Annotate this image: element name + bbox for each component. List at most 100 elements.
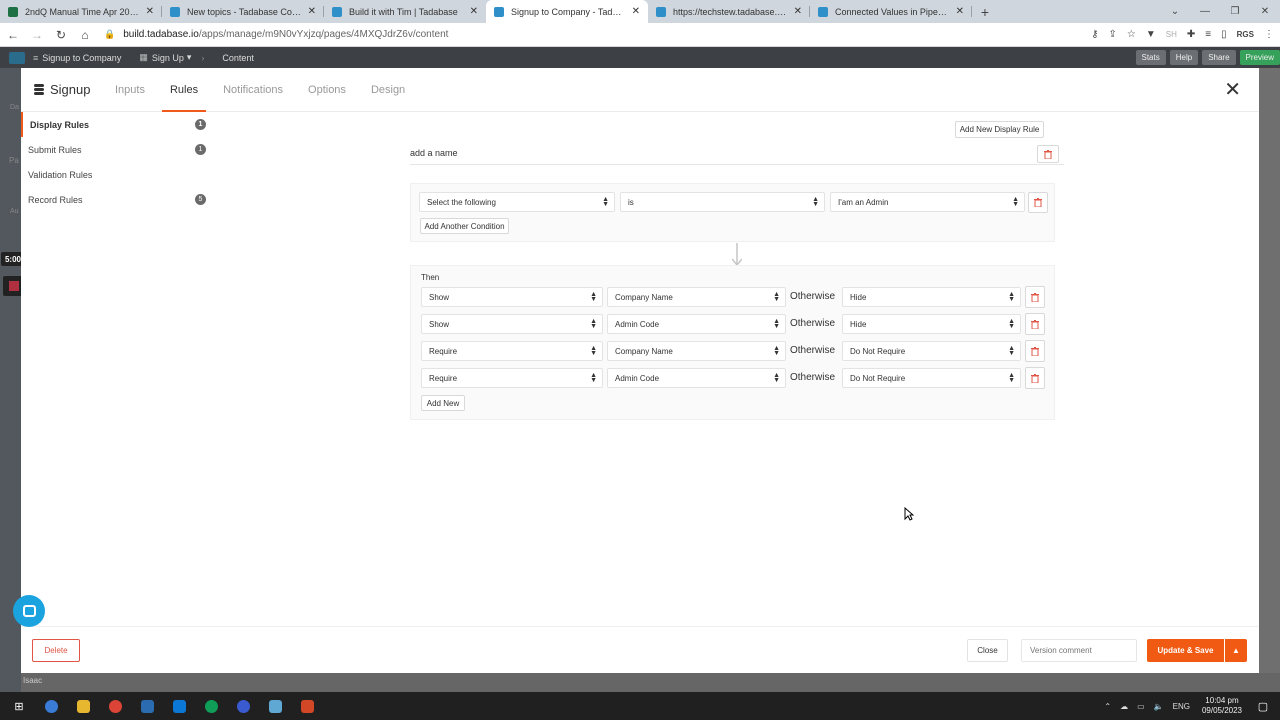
powerpoint-icon[interactable] (296, 698, 318, 714)
sidebar-item-record-rules[interactable]: Record Rules 5 (21, 187, 206, 212)
close-button[interactable]: Close (967, 639, 1008, 662)
browser-tab[interactable]: Build it with Tim | Tadabase ✕ (324, 0, 486, 23)
close-icon[interactable]: ✕ (1224, 80, 1241, 100)
app-icon[interactable] (136, 698, 158, 714)
sidebar-item-validation-rules[interactable]: Validation Rules (21, 162, 206, 187)
delete-button[interactable]: Delete (32, 639, 80, 662)
delete-action-button[interactable] (1025, 286, 1045, 308)
chevron-down-icon[interactable]: ⌄ (1160, 0, 1190, 23)
condition-value-select[interactable]: I'am an Admin ▲ ▼ (830, 192, 1025, 212)
cloud-icon[interactable]: ☁ (1120, 702, 1128, 711)
stats-button[interactable]: Stats (1135, 50, 1166, 65)
close-tab-icon[interactable]: ✕ (308, 6, 316, 17)
rule-name-field[interactable]: add a name (410, 145, 1064, 165)
chrome-icon[interactable] (104, 698, 126, 714)
folder-icon[interactable] (72, 698, 94, 714)
version-comment-input[interactable] (1021, 639, 1137, 662)
action-field-select[interactable]: Admin Code ▲ ▼ (607, 314, 786, 334)
close-tab-icon[interactable]: ✕ (794, 6, 802, 17)
browser-tab-active[interactable]: Signup to Company - Tadabase ✕ (486, 0, 648, 23)
share-icon[interactable]: ⇪ (1109, 29, 1117, 40)
forward-icon[interactable]: → (26, 28, 48, 42)
chrome-icon[interactable] (200, 698, 222, 714)
tadabase-icon (494, 6, 504, 17)
delete-action-button[interactable] (1025, 340, 1045, 362)
action-select[interactable]: Require ▲ ▼ (421, 341, 603, 361)
otherwise-select[interactable]: Hide ▲ ▼ (842, 314, 1021, 334)
sidebar-item-display-rules[interactable]: Display Rules 1 (21, 112, 206, 137)
browser-tab[interactable]: Connected Values in Pipes | Tada ✕ (810, 0, 972, 23)
back-icon[interactable]: ← (2, 28, 24, 42)
menu-icon[interactable]: ⋮ (1264, 29, 1274, 40)
chevron-up-icon[interactable]: ⌃ (1104, 702, 1111, 711)
add-condition-button[interactable]: Add Another Condition (420, 218, 509, 234)
sidepanel-icon[interactable]: ▯ (1221, 29, 1227, 40)
tab-options[interactable]: Options (298, 68, 356, 112)
browser-tab[interactable]: 2ndQ Manual Time Apr 2023v1.x ✕ (0, 0, 162, 23)
otherwise-select[interactable]: Do Not Require ▲ ▼ (842, 368, 1021, 388)
save-options-dropdown[interactable]: ▲ (1225, 639, 1247, 662)
action-select[interactable]: Require ▲ ▼ (421, 368, 603, 388)
close-tab-icon[interactable]: ✕ (956, 6, 964, 17)
delete-rule-button[interactable] (1037, 145, 1059, 163)
notification-icon[interactable]: ▢ (1252, 698, 1274, 714)
help-button[interactable]: Help (1169, 50, 1199, 65)
add-display-rule-button[interactable]: Add New Display Rule (955, 121, 1044, 138)
condition-field-select[interactable]: Select the following ▲ ▼ (419, 192, 615, 212)
close-window-icon[interactable]: ✕ (1250, 0, 1280, 23)
add-new-action-button[interactable]: Add New (421, 395, 465, 411)
breadcrumb-content[interactable]: Content (222, 53, 254, 63)
close-tab-icon[interactable]: ✕ (146, 6, 154, 17)
breadcrumb-app[interactable]: ≡ Signup to Company (33, 53, 121, 63)
new-tab-button[interactable]: + (972, 0, 998, 23)
puzzle-icon[interactable]: ✚ (1187, 29, 1195, 40)
home-icon[interactable]: ⌂ (74, 28, 96, 42)
sidebar-item-submit-rules[interactable]: Submit Rules 1 (21, 137, 206, 162)
language-indicator[interactable]: ENG (1173, 702, 1190, 711)
action-select[interactable]: Show ▲ ▼ (421, 314, 603, 334)
clock[interactable]: 10:04 pm 09/05/2023 (1202, 696, 1242, 716)
windows-start-icon[interactable]: ⊞ (8, 698, 30, 714)
browser-tab[interactable]: https://techstew.tadabase.io/sign ✕ (648, 0, 810, 23)
app-icon[interactable] (264, 698, 286, 714)
action-field-select[interactable]: Company Name ▲ ▼ (607, 341, 786, 361)
browser-tab[interactable]: New topics - Tadabase Commun ✕ (162, 0, 324, 23)
breadcrumb-page[interactable]: ▦ Sign Up ▾ › (139, 52, 204, 63)
update-save-button[interactable]: Update & Save (1147, 639, 1224, 662)
volume-icon[interactable]: 🔈 (1154, 702, 1164, 711)
minimize-icon[interactable]: — (1190, 0, 1220, 23)
close-tab-icon[interactable]: ✕ (470, 6, 478, 17)
network-icon[interactable]: ▭ (1137, 702, 1145, 711)
delete-action-button[interactable] (1025, 367, 1045, 389)
tab-inputs[interactable]: Inputs (105, 68, 155, 112)
chat-widget-button[interactable] (13, 595, 45, 627)
otherwise-select[interactable]: Hide ▲ ▼ (842, 287, 1021, 307)
app-icon[interactable] (40, 698, 62, 714)
key-icon[interactable]: ⚷ (1091, 29, 1098, 40)
browser-tab-bar: 2ndQ Manual Time Apr 2023v1.x ✕ New topi… (0, 0, 1280, 23)
tab-notifications[interactable]: Notifications (213, 68, 293, 112)
star-icon[interactable]: ☆ (1127, 29, 1136, 40)
action-select[interactable]: Show ▲ ▼ (421, 287, 603, 307)
tab-design[interactable]: Design (361, 68, 415, 112)
delete-condition-button[interactable] (1028, 192, 1048, 213)
restore-icon[interactable]: ❐ (1220, 0, 1250, 23)
action-field-select[interactable]: Admin Code ▲ ▼ (607, 368, 786, 388)
profile-avatar[interactable]: RGS (1237, 30, 1254, 39)
otherwise-select[interactable]: Do Not Require ▲ ▼ (842, 341, 1021, 361)
preview-button[interactable]: Preview (1239, 50, 1280, 65)
share-button[interactable]: Share (1202, 50, 1236, 65)
delete-action-button[interactable] (1025, 313, 1045, 335)
app-icon[interactable] (232, 698, 254, 714)
url-field[interactable]: 🔒 build.tadabase.io /apps/manage/m9N0vYx… (104, 29, 448, 40)
extension-label[interactable]: SH (1166, 30, 1177, 39)
trash-icon (1034, 198, 1042, 207)
close-tab-icon[interactable]: ✕ (632, 6, 640, 17)
extension-icon[interactable]: ▼ (1146, 29, 1156, 40)
playlist-icon[interactable]: ≡ (1205, 29, 1211, 40)
tab-rules[interactable]: Rules (160, 68, 208, 112)
condition-operator-select[interactable]: is ▲ ▼ (620, 192, 825, 212)
azure-icon[interactable] (168, 698, 190, 714)
action-field-select[interactable]: Company Name ▲ ▼ (607, 287, 786, 307)
reload-icon[interactable]: ↻ (50, 28, 72, 42)
